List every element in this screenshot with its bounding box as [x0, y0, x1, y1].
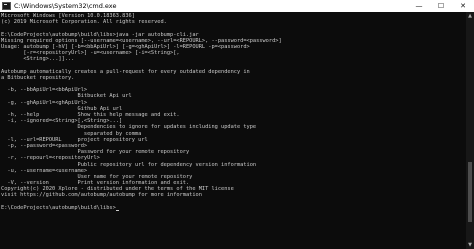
minimize-button[interactable]: — — [408, 0, 430, 12]
cmd-window: C:\Windows\System32\cmd.exe — ☐ ✕ Micros… — [0, 0, 474, 249]
close-button[interactable]: ✕ — [452, 0, 474, 12]
maximize-button[interactable]: ☐ — [430, 0, 452, 12]
console-output[interactable]: Microsoft Windows [Version 10.0.18363.83… — [0, 13, 467, 249]
cmd-app-icon — [2, 2, 11, 10]
window-title: C:\Windows\System32\cmd.exe — [14, 2, 117, 10]
console-line: E:\CodeProjects\autobump\build\libs> — [1, 205, 467, 212]
scroll-down-arrow-icon[interactable]: ▼ — [466, 241, 474, 249]
text-cursor — [115, 210, 119, 212]
title-bar[interactable]: C:\Windows\System32\cmd.exe — ☐ ✕ — [0, 0, 474, 12]
vertical-scrollbar[interactable]: ▲ ▼ — [466, 12, 474, 249]
scroll-up-arrow-icon[interactable]: ▲ — [466, 12, 474, 20]
scrollbar-thumb[interactable] — [468, 162, 472, 222]
